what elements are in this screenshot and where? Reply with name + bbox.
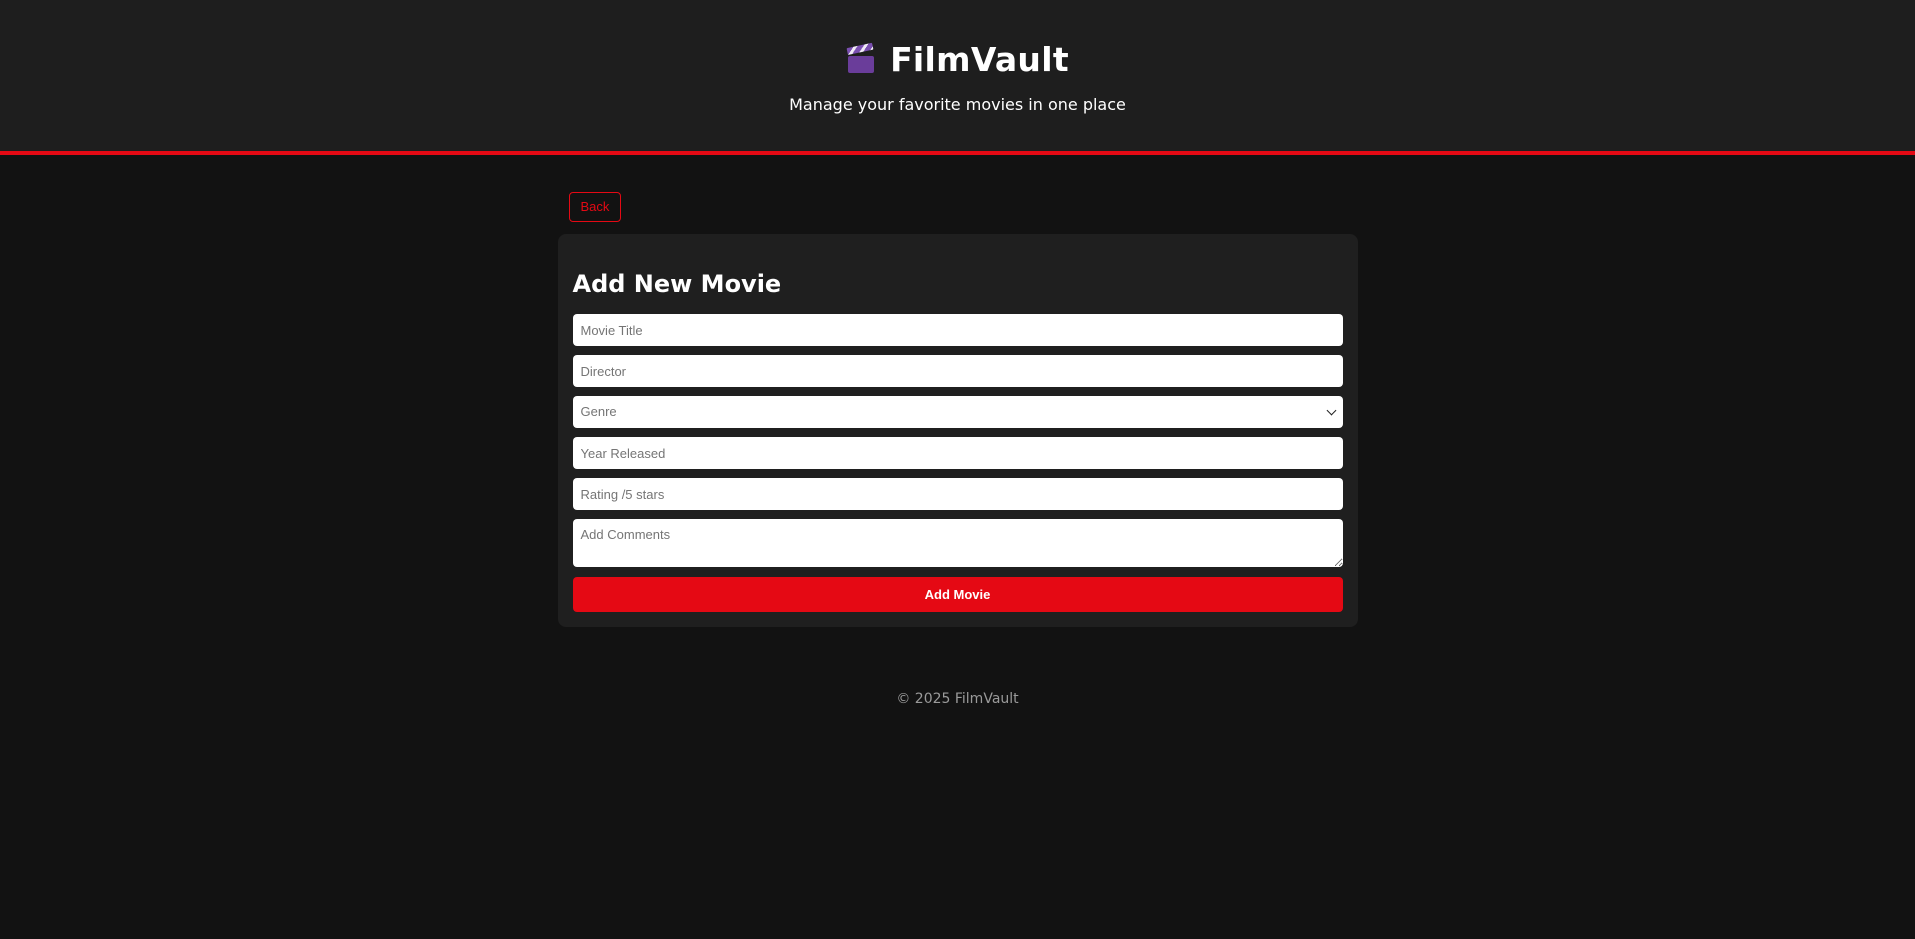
site-tagline: Manage your favorite movies in one place <box>789 95 1126 114</box>
site-header: FilmVault Manage your favorite movies in… <box>0 0 1915 155</box>
back-button[interactable]: Back <box>568 192 622 222</box>
genre-select-value: Genre <box>572 396 1343 428</box>
rating-input[interactable] <box>572 478 1343 510</box>
add-movie-card: Add New Movie Genre Add Movie <box>557 234 1358 627</box>
brand: FilmVault <box>846 40 1069 79</box>
add-movie-button[interactable]: Add Movie <box>572 577 1343 612</box>
comments-textarea[interactable] <box>572 519 1343 567</box>
clapperboard-icon <box>846 42 876 75</box>
director-input[interactable] <box>572 355 1343 387</box>
movie-title-input[interactable] <box>572 314 1343 346</box>
site-title: FilmVault <box>890 40 1069 79</box>
main-content: Back Add New Movie Genre Add Movie © 202… <box>557 155 1358 707</box>
site-footer: © 2025 FilmVault <box>896 691 1019 707</box>
genre-select[interactable]: Genre <box>572 396 1343 428</box>
form-heading: Add New Movie <box>572 270 782 298</box>
year-released-input[interactable] <box>572 437 1343 469</box>
